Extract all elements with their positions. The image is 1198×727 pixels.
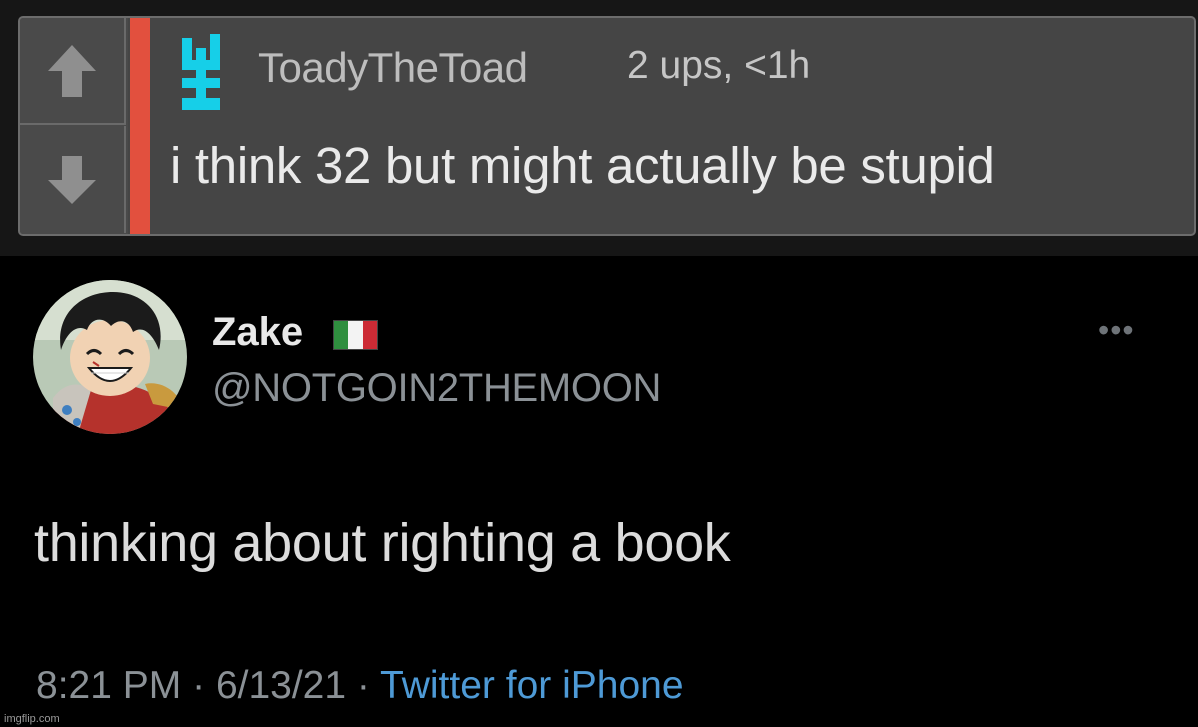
tweet-text: thinking about righting a book — [34, 513, 731, 573]
up-arrow-icon — [48, 44, 96, 97]
italy-flag-icon — [333, 320, 378, 350]
comment-accent-bar — [130, 18, 150, 234]
down-arrow-icon — [48, 155, 96, 204]
comment-card: ToadyTheToad 2 ups, <1h i think 32 but m… — [18, 16, 1196, 236]
vote-column — [20, 18, 128, 234]
anime-character-avatar-icon — [33, 280, 187, 434]
tweet-source-link[interactable]: Twitter for iPhone — [380, 664, 683, 707]
profile-avatar[interactable] — [33, 280, 187, 434]
display-name[interactable]: Zake — [212, 310, 303, 355]
user-avatar-icon[interactable] — [178, 34, 224, 112]
meta-separator: · — [356, 664, 370, 707]
watermark: imgflip.com — [4, 713, 60, 725]
upvote-button[interactable] — [20, 18, 126, 125]
tweet-time[interactable]: 8:21 PM — [36, 664, 181, 707]
tweet-meta: 8:21 PM · 6/13/21 · Twitter for iPhone — [36, 664, 684, 708]
meta-separator: · — [192, 664, 206, 707]
comment-text: i think 32 but might actually be stupid — [170, 137, 995, 194]
more-options-icon[interactable]: ••• — [1098, 314, 1135, 346]
user-handle[interactable]: @NOTGOIN2THEMOON — [212, 366, 661, 411]
downvote-button[interactable] — [20, 126, 126, 233]
tweet: Zake @NOTGOIN2THEMOON ••• thinking about… — [0, 258, 1198, 727]
comment-section: ToadyTheToad 2 ups, <1h i think 32 but m… — [0, 0, 1198, 256]
tweet-date[interactable]: 6/13/21 — [216, 664, 346, 707]
comment-meta: 2 ups, <1h — [627, 44, 811, 87]
comment-author[interactable]: ToadyTheToad — [258, 44, 528, 92]
